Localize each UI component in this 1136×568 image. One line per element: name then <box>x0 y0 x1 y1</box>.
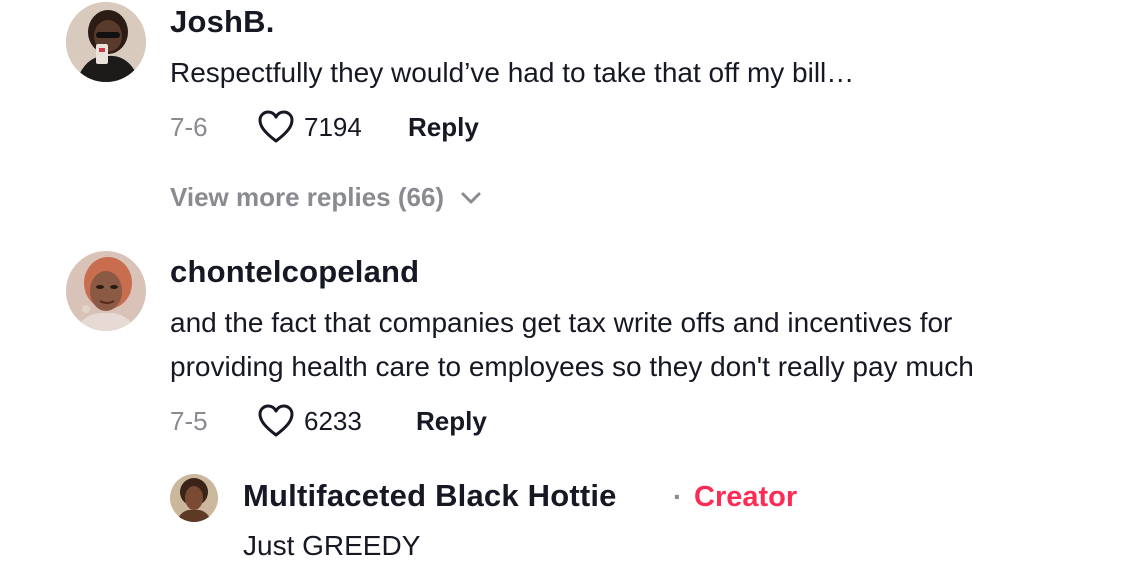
comment-text-line: and the fact that companies get tax writ… <box>170 307 953 338</box>
creator-badge: Creator <box>694 481 798 513</box>
comment-date: 7-5 <box>170 405 208 436</box>
heart-outline-icon <box>258 404 294 437</box>
reply-button[interactable]: Reply <box>408 112 479 143</box>
view-more-replies-button[interactable]: View more replies (66) <box>170 182 482 213</box>
like-button[interactable]: 6233 <box>258 404 416 438</box>
view-more-label: View more replies (66) <box>170 182 445 212</box>
comments-panel: JoshB. Respectfully they would’ve had to… <box>0 0 1136 568</box>
like-count: 6233 <box>304 405 362 436</box>
chevron-down-icon <box>461 192 481 203</box>
reply-text: Just GREEDY <box>243 530 421 561</box>
comment-date: 7-6 <box>170 111 208 142</box>
reply-button[interactable]: Reply <box>416 406 487 437</box>
avatar-image <box>66 2 146 82</box>
separator-dot: · <box>673 481 683 512</box>
heart-outline-icon <box>258 110 294 143</box>
avatar-image <box>170 474 218 522</box>
avatar[interactable] <box>66 2 146 82</box>
comment-text-line: providing health care to employees so th… <box>170 351 974 382</box>
avatar[interactable] <box>170 474 218 522</box>
comment-text: Respectfully they would’ve had to take t… <box>170 57 855 88</box>
comment-meta: 7-5 6233 Reply <box>170 401 487 441</box>
comment-username[interactable]: chontelcopeland <box>170 254 419 290</box>
like-count: 7194 <box>304 111 362 142</box>
avatar[interactable] <box>66 251 146 331</box>
like-button[interactable]: 7194 <box>258 110 408 144</box>
avatar-image <box>66 251 146 331</box>
comment-meta: 7-6 7194 Reply <box>170 107 479 147</box>
comment-username[interactable]: JoshB. <box>170 4 275 40</box>
reply-username[interactable]: Multifaceted Black Hottie <box>243 478 617 514</box>
